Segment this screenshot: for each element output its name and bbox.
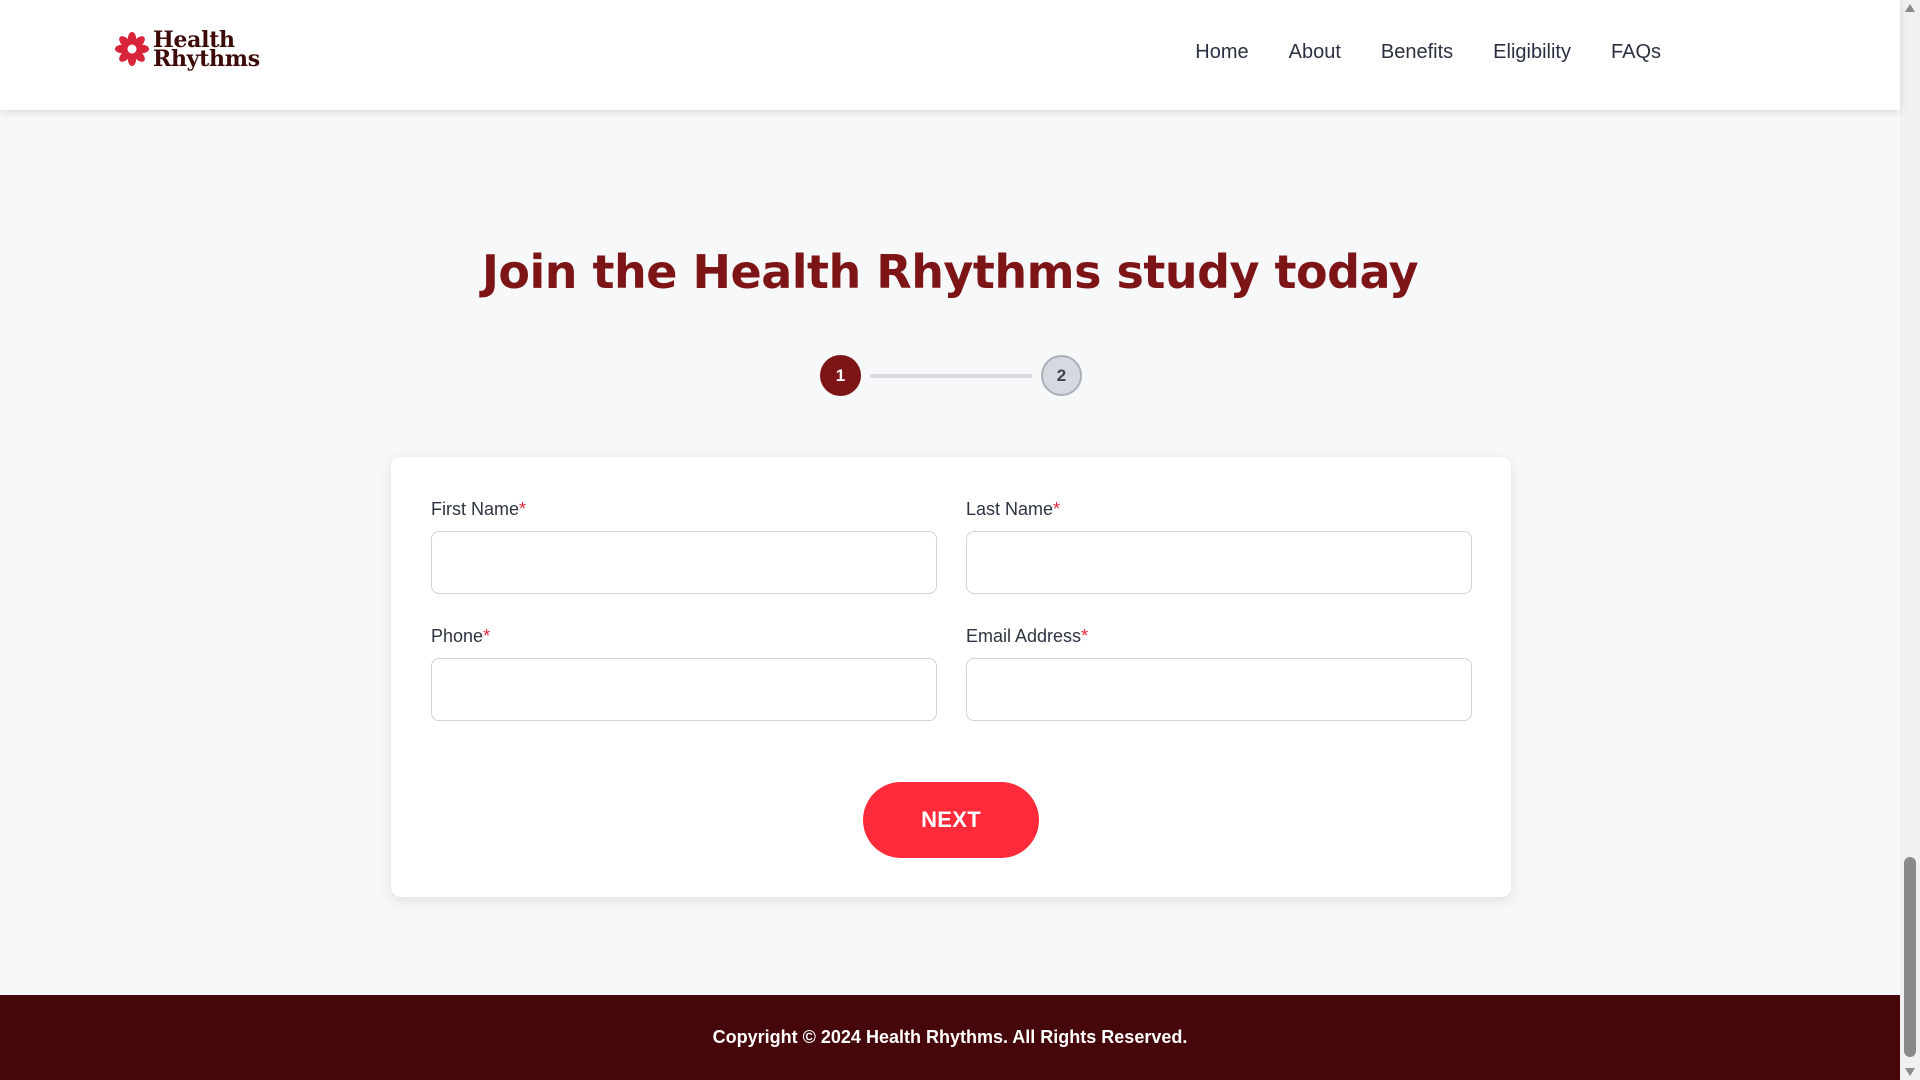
nav-home[interactable]: Home	[1195, 41, 1248, 64]
first-name-label-text: First Name	[431, 499, 520, 519]
step-2-indicator: 2	[1041, 355, 1082, 396]
phone-group: Phone*	[431, 626, 937, 721]
last-name-label: Last Name*	[966, 499, 1472, 521]
first-name-group: First Name*	[431, 499, 937, 594]
phone-input[interactable]	[431, 658, 937, 721]
scroll-thumb[interactable]	[1904, 857, 1916, 1057]
first-name-input[interactable]	[431, 531, 937, 594]
required-marker: *	[1081, 626, 1089, 646]
required-marker: *	[519, 499, 527, 519]
email-label-text: Email Address	[966, 626, 1082, 646]
site-header: Health Rhythms Home About Benefits Eligi…	[0, 0, 1900, 110]
email-input[interactable]	[966, 658, 1472, 721]
step-connector	[870, 374, 1032, 378]
step-1-indicator: 1	[820, 355, 861, 396]
last-name-group: Last Name*	[966, 499, 1472, 594]
main-nav: Home About Benefits Eligibility FAQs	[1195, 41, 1661, 64]
phone-label-text: Phone	[431, 626, 484, 646]
site-footer: Copyright © 2024 Health Rhythms. All Rig…	[0, 995, 1900, 1080]
phone-label: Phone*	[431, 626, 937, 648]
nav-faqs[interactable]: FAQs	[1611, 41, 1661, 64]
site-logo[interactable]: Health Rhythms	[115, 29, 260, 72]
flower-logo-icon	[115, 32, 149, 66]
logo-line-2: Rhythms	[153, 46, 260, 72]
last-name-input[interactable]	[966, 531, 1472, 594]
nav-about[interactable]: About	[1289, 41, 1341, 64]
logo-wordmark: Health Rhythms	[153, 29, 260, 72]
required-marker: *	[1053, 499, 1061, 519]
form-stepper: 1 2	[820, 355, 1082, 397]
copyright-text: Copyright © 2024 Health Rhythms. All Rig…	[712, 1027, 1188, 1047]
signup-form-card: First Name* Last Name* Phone* Email Addr…	[391, 457, 1511, 897]
signup-section: Join the Health Rhythms study today 1 2 …	[0, 145, 1900, 995]
next-button[interactable]: NEXT	[863, 782, 1039, 858]
email-label: Email Address*	[966, 626, 1472, 648]
page-scrollbar[interactable]	[1900, 0, 1920, 1080]
scroll-up-arrow-icon[interactable]	[1905, 4, 1915, 12]
nav-benefits[interactable]: Benefits	[1381, 41, 1453, 64]
required-marker: *	[483, 626, 491, 646]
last-name-label-text: Last Name	[966, 499, 1054, 519]
first-name-label: First Name*	[431, 499, 937, 521]
scroll-down-arrow-icon[interactable]	[1905, 1068, 1915, 1076]
page-title: Join the Health Rhythms study today	[481, 245, 1419, 299]
nav-eligibility[interactable]: Eligibility	[1493, 41, 1571, 64]
email-group: Email Address*	[966, 626, 1472, 721]
